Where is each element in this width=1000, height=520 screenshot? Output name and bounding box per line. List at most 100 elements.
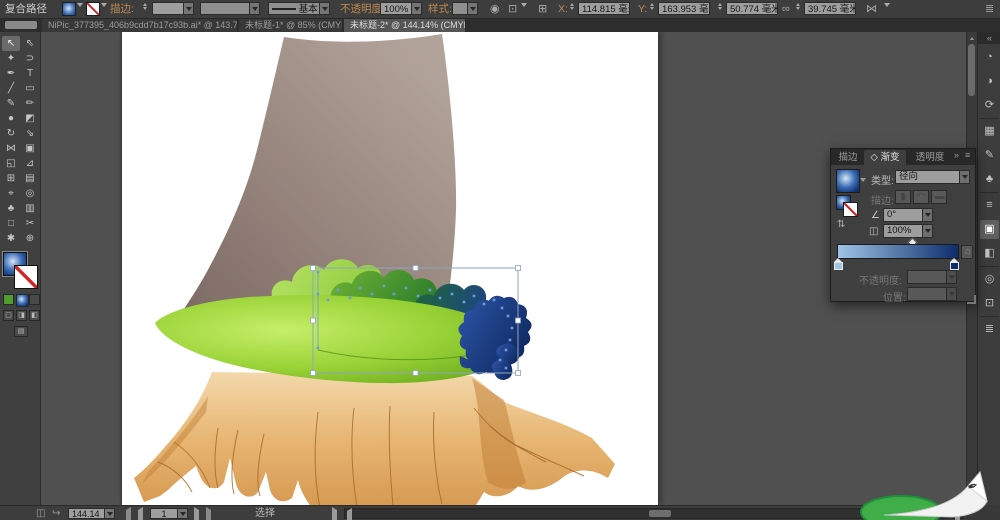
stroke-weight-field[interactable] — [152, 2, 184, 15]
prev-artboard-icon[interactable] — [138, 510, 143, 520]
gradient-swatch[interactable] — [836, 169, 860, 193]
layers-panel-icon[interactable]: ≣ — [980, 320, 999, 339]
blob-brush-tool[interactable]: ● — [2, 111, 20, 126]
zoom-level-caret[interactable] — [104, 508, 115, 519]
width-tool[interactable]: ⋈ — [2, 141, 20, 156]
tab-stroke[interactable]: 描边 — [834, 150, 862, 165]
style-caret[interactable] — [467, 2, 478, 15]
w-field[interactable]: 50.774 毫米 — [726, 2, 778, 15]
rectangle-tool[interactable]: ▭ — [21, 81, 39, 96]
stroke-across-button[interactable]: ▬ — [931, 190, 947, 204]
width-profile-field[interactable] — [200, 2, 250, 15]
width-profile-caret[interactable] — [249, 2, 260, 15]
scale-tool[interactable]: ⇘ — [21, 126, 39, 141]
transform-caret-icon[interactable] — [884, 7, 890, 19]
horizontal-scrollbar[interactable] — [344, 508, 964, 519]
toolbar-grip[interactable] — [5, 21, 37, 29]
none-button[interactable] — [29, 294, 40, 305]
draw-behind-button[interactable]: ◨ — [16, 310, 27, 321]
h-stepper[interactable] — [796, 3, 800, 10]
direct-selection-tool[interactable]: ⇖ — [21, 36, 39, 51]
style-field[interactable] — [452, 2, 468, 15]
tab-transparency[interactable]: 透明度 — [908, 150, 952, 165]
artboard-number-field[interactable]: 1 — [150, 508, 178, 519]
next-artboard-icon[interactable] — [194, 510, 199, 520]
type-dropdown-caret[interactable] — [959, 170, 970, 184]
x-stepper[interactable] — [570, 3, 574, 10]
status-expand-icon[interactable] — [332, 510, 337, 520]
stroke-weight-caret[interactable] — [183, 2, 194, 15]
stroke-swatch[interactable] — [86, 2, 100, 16]
shear-icon[interactable]: ⋈ — [866, 0, 877, 18]
panel-stroke-proxy[interactable] — [843, 202, 858, 217]
aspect-ratio-field[interactable]: 100% — [883, 224, 923, 238]
fill-swatch[interactable] — [62, 2, 76, 16]
dock-control-icon[interactable]: ≣ — [985, 0, 994, 18]
scroll-left-icon[interactable] — [347, 511, 352, 520]
rotate-tool[interactable]: ↻ — [2, 126, 20, 141]
blend-tool[interactable]: ◎ — [21, 186, 39, 201]
scroll-up-icon[interactable] — [968, 33, 976, 43]
horizontal-scroll-thumb[interactable] — [649, 510, 671, 517]
draw-normal-button[interactable]: ▢ — [3, 310, 14, 321]
gradient-swatch-caret[interactable] — [860, 182, 866, 194]
angle-caret[interactable] — [922, 208, 933, 222]
symbols-panel-icon[interactable]: ♣ — [980, 170, 999, 189]
eraser-tool[interactable]: ◩ — [21, 111, 39, 126]
status-left-icon-2[interactable]: ↪ — [52, 506, 60, 520]
stroke-within-button[interactable]: ▮ — [895, 190, 911, 204]
brush-definition-field[interactable]: 基本 — [268, 2, 320, 15]
stop-location-field[interactable] — [907, 287, 947, 301]
stop-opacity-caret[interactable] — [946, 270, 957, 284]
angle-field[interactable]: 0° — [883, 208, 923, 222]
document-tab-3-active[interactable]: 未标题-2* @ 144.14% (CMYK/预览)× — [344, 18, 466, 32]
brushes-panel-icon[interactable]: ✎ — [980, 146, 999, 165]
last-artboard-icon[interactable] — [206, 510, 211, 520]
panel-resize-grip[interactable] — [967, 295, 976, 304]
selection-tool[interactable]: ↖ — [2, 36, 20, 51]
symbol-sprayer-tool[interactable]: ♣ — [2, 201, 20, 216]
gradient-panel-icon[interactable]: ▣ — [980, 220, 999, 239]
aspect-ratio-caret[interactable] — [922, 224, 933, 238]
document-tab-2[interactable]: 未标题-1* @ 85% (CMYK/预览)× — [239, 18, 343, 32]
h-field[interactable]: 39.745 毫米 — [804, 2, 856, 15]
stroke-caret-icon[interactable] — [101, 7, 107, 19]
swatches-panel-icon[interactable]: ▦ — [980, 122, 999, 141]
style-label[interactable]: 样式: — [428, 0, 452, 18]
color-button[interactable] — [3, 294, 14, 305]
link-dimensions-icon[interactable]: ∞ — [782, 0, 790, 18]
lasso-tool[interactable]: ⊃ — [21, 51, 39, 66]
gradient-tool[interactable]: ▤ — [21, 171, 39, 186]
vertical-scroll-thumb[interactable] — [968, 44, 975, 96]
w-stepper[interactable] — [718, 3, 722, 10]
align-dropdown-icon[interactable]: ⊡ — [508, 0, 517, 18]
draw-inside-button[interactable]: ◧ — [29, 310, 40, 321]
color-panel-icon[interactable]: ◔ — [980, 48, 999, 67]
screen-mode-button[interactable]: ▤ — [14, 326, 28, 337]
color-guide-panel-icon[interactable]: ◑ — [980, 72, 999, 91]
type-dropdown[interactable]: 径向 — [895, 170, 960, 184]
reverse-gradient-icon[interactable]: ⇅ — [837, 219, 845, 230]
toolbar-stroke-swatch[interactable] — [14, 265, 38, 289]
hand-tool[interactable]: ✱ — [2, 231, 20, 246]
scroll-right-icon[interactable] — [955, 511, 960, 520]
y-stepper[interactable] — [650, 3, 654, 10]
fill-caret-icon[interactable] — [77, 7, 83, 19]
slice-tool[interactable]: ✂ — [21, 216, 39, 231]
gradient-stop-end[interactable] — [950, 258, 959, 268]
stop-opacity-field[interactable] — [907, 270, 947, 284]
line-segment-tool[interactable]: ╱ — [2, 81, 20, 96]
zoom-tool[interactable]: ⊕ — [21, 231, 39, 246]
artboard-tool[interactable]: □ — [2, 216, 20, 231]
pathfinder-panel-icon[interactable]: ⟳ — [980, 96, 999, 115]
transform-icon[interactable]: ⊞ — [538, 0, 547, 18]
type-tool[interactable]: T — [21, 66, 39, 81]
mesh-tool[interactable]: ⊞ — [2, 171, 20, 186]
status-left-icon-1[interactable]: ◫ — [36, 506, 45, 520]
pen-tool[interactable]: ✒ — [2, 66, 20, 81]
opacity-caret[interactable] — [411, 2, 422, 15]
artboards-panel-icon[interactable]: ⊡ — [980, 294, 999, 313]
perspective-grid-tool[interactable]: ⊿ — [21, 156, 39, 171]
gradient-button[interactable] — [16, 294, 29, 307]
transparency-panel-icon[interactable]: ◧ — [980, 244, 999, 263]
